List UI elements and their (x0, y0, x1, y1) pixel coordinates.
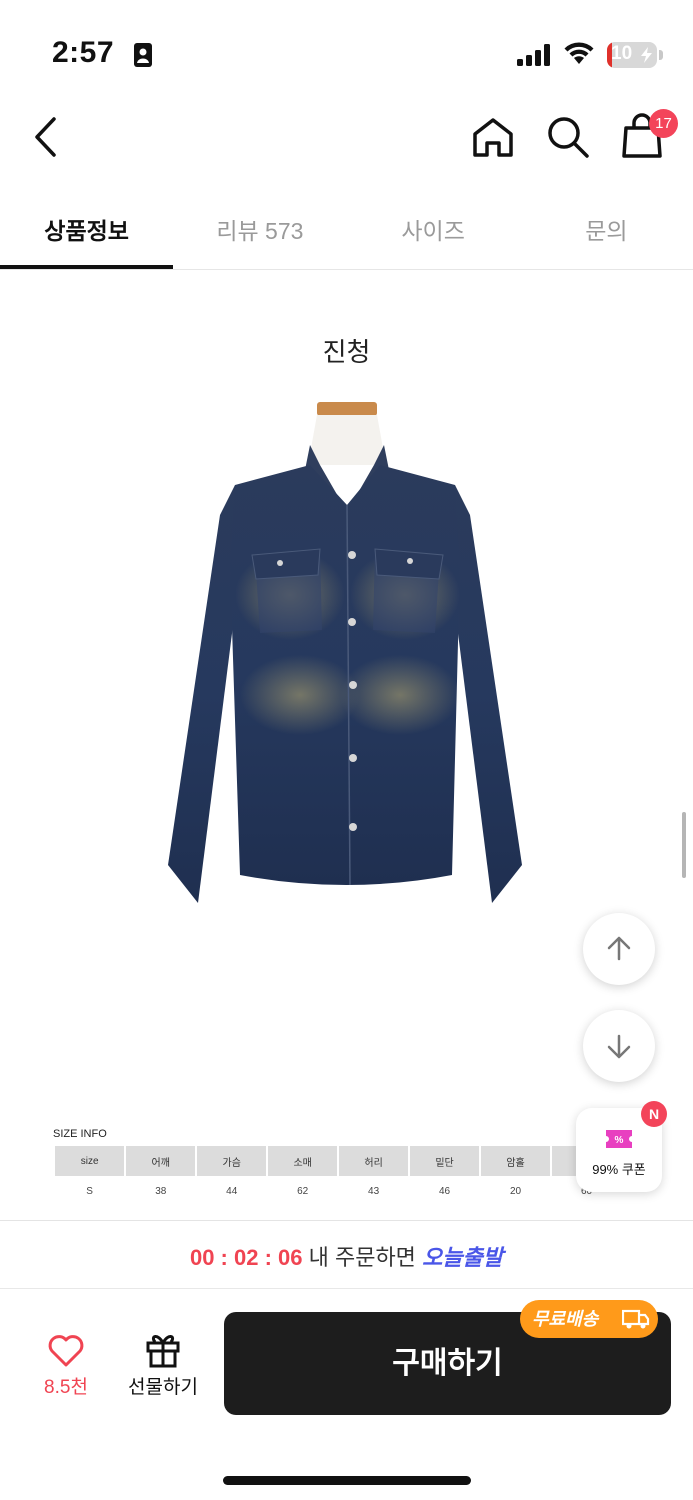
scroll-to-bottom-button[interactable] (583, 1010, 655, 1082)
coupon-label: 99% 쿠폰 (592, 1162, 646, 1177)
size-cell: 43 (368, 1185, 380, 1197)
size-cell: 62 (297, 1185, 309, 1197)
free-shipping-label: 무료배송 (532, 1309, 599, 1329)
arrow-down-icon (607, 1034, 631, 1059)
scroll-indicator[interactable] (682, 812, 686, 878)
size-table-header: size 어깨 가슴 소매 허리 밑단 암홀 (55, 1146, 621, 1176)
home-icon (473, 118, 513, 157)
size-cell: 20 (509, 1185, 522, 1197)
status-time: 2:57 (52, 36, 115, 69)
like-count: 8.5천 (44, 1377, 88, 1398)
chevron-left-icon (35, 117, 56, 157)
heart-icon (48, 1335, 84, 1367)
size-header-cell: 암홀 (481, 1146, 550, 1176)
cellular-signal-icon (517, 44, 550, 66)
size-header-cell: 밑단 (410, 1146, 480, 1176)
cart-count-badge: 17 (649, 109, 678, 138)
size-header-cell: size (55, 1146, 125, 1176)
svg-text:%: % (615, 1135, 624, 1146)
tab-product-info[interactable]: 상품정보 (0, 196, 173, 269)
size-info-title: SIZE INFO (53, 1128, 107, 1140)
countdown-timer: 00 : 02 : 06 (189, 1245, 303, 1270)
home-button[interactable] (468, 112, 518, 162)
order-deadline-banner: 00 : 02 : 06 내 주문하면 오늘출발 (0, 1240, 693, 1272)
size-cell: S (86, 1185, 93, 1197)
delivery-truck-icon (622, 1309, 650, 1329)
gift-button[interactable]: 선물하기 (118, 1328, 208, 1400)
color-name: 진청 (322, 337, 371, 367)
order-banner-text: 내 주문하면 (308, 1245, 416, 1270)
size-header-cell: 가슴 (197, 1146, 267, 1176)
size-header-cell: 어깨 (126, 1146, 196, 1176)
tab-reviews[interactable]: 리뷰 573 (173, 196, 346, 269)
tab-size[interactable]: 사이즈 (347, 196, 520, 269)
divider (0, 1288, 693, 1289)
size-header-cell: 소매 (268, 1146, 338, 1176)
size-header-cell: 허리 (339, 1146, 409, 1176)
size-cell: 44 (226, 1185, 238, 1197)
coupon-new-badge: N (641, 1101, 667, 1127)
battery-level-text: 10 (611, 43, 633, 64)
search-icon (548, 117, 589, 158)
charging-bolt-icon (641, 47, 652, 63)
active-tab-indicator (0, 265, 173, 269)
gift-label: 선물하기 (128, 1377, 198, 1398)
home-indicator[interactable] (223, 1476, 471, 1485)
coupon-ticket-icon: % (606, 1130, 632, 1148)
back-button[interactable] (28, 112, 68, 162)
battery-indicator: 10 (607, 42, 657, 68)
size-table: size 어깨 가슴 소매 허리 밑단 암홀 S 38 44 62 43 46 … (53, 1146, 623, 1206)
status-bar: 2:57 10 (0, 0, 693, 100)
free-shipping-badge: 무료배송 (520, 1300, 658, 1338)
product-tabs: 상품정보 리뷰 573 사이즈 문의 (0, 196, 693, 270)
product-image (168, 402, 522, 903)
like-button[interactable]: 8.5천 (30, 1330, 102, 1400)
gift-icon (146, 1335, 180, 1368)
scroll-to-top-button[interactable] (583, 913, 655, 985)
search-button[interactable] (543, 112, 593, 162)
battery-tip (659, 50, 663, 60)
table-row: S 38 44 62 43 46 20 60 (55, 1176, 621, 1206)
wifi-icon (564, 42, 594, 64)
same-day-shipping-label: 오늘출발 (422, 1245, 504, 1270)
focus-person-icon (134, 43, 152, 67)
size-cell: 38 (155, 1185, 167, 1197)
tab-inquiry[interactable]: 문의 (520, 196, 693, 269)
arrow-up-icon (607, 936, 631, 961)
size-cell: 46 (439, 1185, 451, 1197)
